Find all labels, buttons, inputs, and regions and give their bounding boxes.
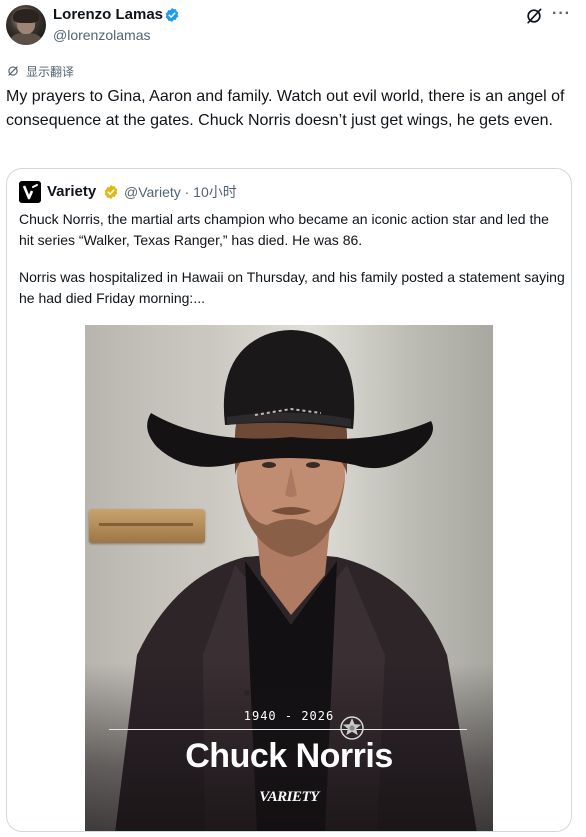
image-title-name: Chuck Norris	[185, 737, 393, 775]
image-years: 1940 - 2026	[243, 709, 335, 723]
verified-badge-icon	[165, 8, 179, 22]
translate-label: 显示翻译	[26, 64, 75, 79]
quote-author-name[interactable]: Variety	[47, 182, 96, 202]
quote-handle-time[interactable]: @Variety · 10小时	[124, 183, 237, 201]
tweet-header: Lorenzo Lamas @lorenzolamas ···	[0, 0, 586, 58]
gold-verified-icon	[104, 185, 118, 199]
quote-image[interactable]: 1940 - 2026 Chuck Norris VARIETY	[85, 325, 493, 831]
author-display-name[interactable]: Lorenzo Lamas	[53, 5, 163, 25]
quoted-tweet[interactable]: Variety @Variety · 10小时 Chuck Norris, th…	[6, 168, 572, 832]
quote-paragraph-2: Norris was hospitalized in Hawaii on Thu…	[19, 269, 565, 306]
image-rule	[109, 729, 467, 730]
more-icon[interactable]: ···	[552, 6, 572, 25]
translate-link[interactable]: 显示翻译	[6, 62, 74, 80]
avatar-hair	[13, 9, 39, 23]
image-variety-logo: VARIETY	[259, 789, 319, 805]
translate-icon	[8, 66, 18, 76]
tweet-text: My prayers to Gina, Aaron and family. Wa…	[6, 88, 565, 129]
avatar-body	[10, 33, 42, 45]
quote-paragraph-1: Chuck Norris, the martial arts champion …	[19, 211, 549, 248]
grok-icon[interactable]	[524, 6, 544, 26]
variety-logo-icon	[19, 181, 41, 203]
author-handle[interactable]: @lorenzolamas	[53, 26, 150, 44]
avatar[interactable]	[6, 5, 46, 45]
